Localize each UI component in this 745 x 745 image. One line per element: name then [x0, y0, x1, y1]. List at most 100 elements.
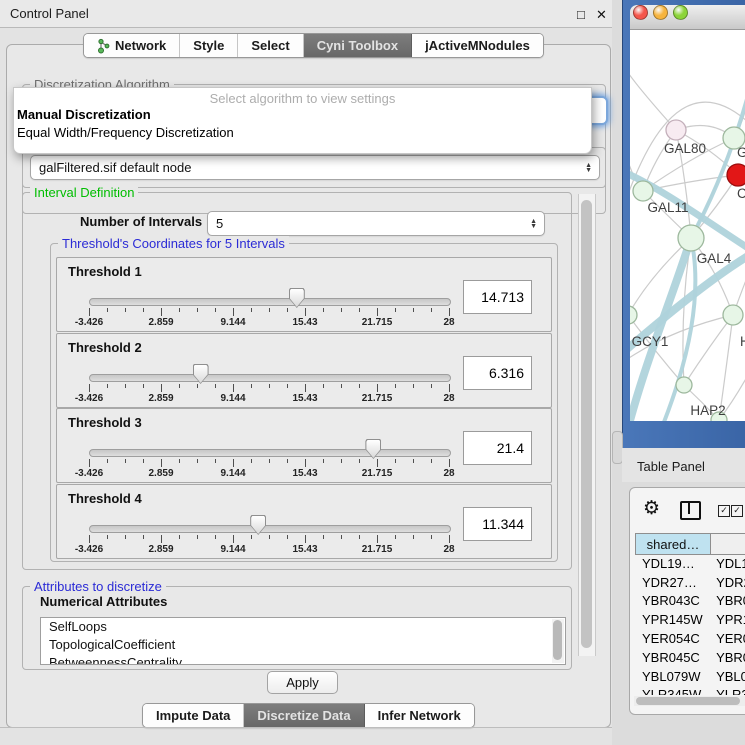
gear-icon[interactable]: ⚙ — [643, 497, 660, 520]
network-node-label: C — [737, 186, 745, 201]
network-node-green[interactable] — [723, 305, 743, 325]
threshold-slider-track[interactable] — [89, 298, 451, 306]
tick-label: 9.144 — [220, 544, 245, 555]
network-canvas[interactable]: GAL80GACGAL11GAL4GCY1HHAP2 — [630, 30, 745, 421]
network-node-pink[interactable] — [666, 120, 686, 140]
table-header-shared-name[interactable]: shared… — [635, 533, 711, 555]
combobox-stepper-icon: ▲▼ — [585, 163, 592, 173]
application-root: Control Panel □ ✕ NetworkStyleSelectCyni… — [0, 0, 745, 745]
tick-label: 15.43 — [292, 468, 317, 479]
threshold-value-field[interactable]: 11.344 — [463, 507, 532, 541]
tick-mark — [107, 308, 108, 312]
tick-mark — [251, 535, 252, 539]
network-node-green[interactable] — [676, 377, 692, 393]
numerical-attributes-list[interactable]: SelfLoopsTopologicalCoefficientBetweenne… — [40, 617, 566, 665]
network-edge[interactable] — [630, 70, 676, 130]
threshold-slider-track[interactable] — [89, 525, 451, 533]
tick-mark — [161, 535, 162, 543]
tick-mark — [197, 308, 198, 312]
threshold-value-field[interactable]: 6.316 — [463, 356, 532, 390]
tab-network[interactable]: Network — [84, 34, 180, 57]
mac-close-button[interactable] — [633, 5, 648, 20]
control-panel-title: Control Panel — [10, 6, 89, 21]
tab-impute-data[interactable]: Impute Data — [143, 704, 244, 727]
table-row[interactable]: YLR345WYLR3 — [635, 686, 745, 695]
tick-mark — [305, 535, 306, 543]
tick-mark — [359, 308, 360, 312]
table-data-combobox[interactable]: galFiltered.sif default node ▲▼ — [30, 155, 600, 180]
tick-label: -3.426 — [75, 544, 103, 555]
tick-mark — [179, 535, 180, 539]
tab-select[interactable]: Select — [238, 34, 303, 57]
mac-minimize-button[interactable] — [653, 5, 668, 20]
cell-shared-name: YDL19… — [635, 554, 709, 573]
tick-mark — [377, 384, 378, 392]
algorithm-prompt-item[interactable]: Select algorithm to view settings — [14, 91, 591, 106]
tab-jactivemnodules[interactable]: jActiveMNodules — [412, 34, 543, 57]
threshold-slider-track[interactable] — [89, 374, 451, 382]
threshold-slider-track[interactable] — [89, 449, 451, 457]
network-node-green[interactable] — [678, 225, 704, 251]
network-node-green[interactable] — [630, 306, 637, 324]
table-horizontal-scrollbar[interactable] — [634, 696, 745, 706]
tick-mark — [359, 384, 360, 388]
checkbox-icon[interactable]: ✓ — [731, 505, 743, 517]
table-row[interactable]: YER054CYER0 — [635, 629, 745, 648]
attribute-list-item[interactable]: BetweennessCentrality — [41, 654, 565, 665]
tick-label: 28 — [443, 544, 454, 555]
table-row[interactable]: YBR045CYBR0 — [635, 648, 745, 667]
network-node-red[interactable] — [727, 164, 745, 186]
checkbox-icon[interactable]: ✓ — [718, 505, 730, 517]
tick-mark — [89, 384, 90, 392]
split-view-icon[interactable] — [680, 501, 701, 520]
tick-mark — [287, 535, 288, 539]
network-node-green[interactable] — [633, 181, 653, 201]
table-row[interactable]: YBL079WYBL0 — [635, 667, 745, 686]
tick-mark — [413, 308, 414, 312]
mac-zoom-button[interactable] — [673, 5, 688, 20]
tick-mark — [107, 384, 108, 388]
tick-label: 15.43 — [292, 393, 317, 404]
table-row[interactable]: YBR043CYBR0 — [635, 592, 745, 611]
tick-mark — [287, 459, 288, 463]
attributes-list-scrollbar[interactable] — [552, 619, 564, 663]
tab-cyni-toolbox[interactable]: Cyni Toolbox — [304, 34, 412, 57]
table-row[interactable]: YPR145WYPR1 — [635, 610, 745, 629]
threshold-box-3: Threshold 3-3.4262.8599.14415.4321.71528… — [56, 408, 552, 483]
tab-label: jActiveMNodules — [425, 38, 530, 53]
divider — [0, 727, 612, 728]
attribute-list-item[interactable]: SelfLoops — [41, 618, 565, 636]
table-row[interactable]: YDL19…YDL1 — [635, 554, 745, 573]
tick-mark — [125, 384, 126, 388]
tab-style[interactable]: Style — [180, 34, 238, 57]
network-node-label: GA — [737, 145, 745, 160]
control-panel-titlebar — [0, 0, 612, 28]
tick-mark — [449, 459, 450, 467]
tick-label: 21.715 — [362, 393, 393, 404]
algorithm-item-manual[interactable]: Manual Discretization — [17, 107, 151, 122]
tick-mark — [359, 459, 360, 463]
threshold-label: Threshold 3 — [68, 415, 142, 430]
tab-infer-network[interactable]: Infer Network — [365, 704, 474, 727]
float-window-icon[interactable]: □ — [577, 7, 585, 22]
table-header-name[interactable]: na — [710, 533, 745, 555]
tick-mark — [89, 535, 90, 543]
close-icon[interactable]: ✕ — [596, 7, 607, 23]
algorithm-item-equal-width[interactable]: Equal Width/Frequency Discretization — [17, 125, 234, 140]
attribute-list-item[interactable]: TopologicalCoefficient — [41, 636, 565, 654]
tab-discretize-data[interactable]: Discretize Data — [244, 704, 364, 727]
thresholds-group-title: Threshold's Coordinates for 5 Intervals — [58, 236, 289, 251]
threshold-value-field[interactable]: 21.4 — [463, 431, 532, 465]
number-of-intervals-combobox[interactable]: 5 ▲▼ — [207, 211, 545, 236]
settings-vertical-scrollbar[interactable] — [578, 194, 596, 656]
numerical-attributes-label: Numerical Attributes — [40, 594, 167, 609]
apply-button[interactable]: Apply — [267, 671, 338, 694]
cell-name: YER0 — [709, 629, 745, 648]
threshold-value-field[interactable]: 14.713 — [463, 280, 532, 314]
table-row[interactable]: YDR27…YDR2 — [635, 573, 745, 592]
tick-mark — [323, 535, 324, 539]
tick-mark — [449, 384, 450, 392]
cyni-bottom-tabs: Impute DataDiscretize DataInfer Network — [142, 703, 475, 728]
tick-mark — [179, 384, 180, 388]
cell-shared-name: YBR045C — [635, 648, 709, 667]
